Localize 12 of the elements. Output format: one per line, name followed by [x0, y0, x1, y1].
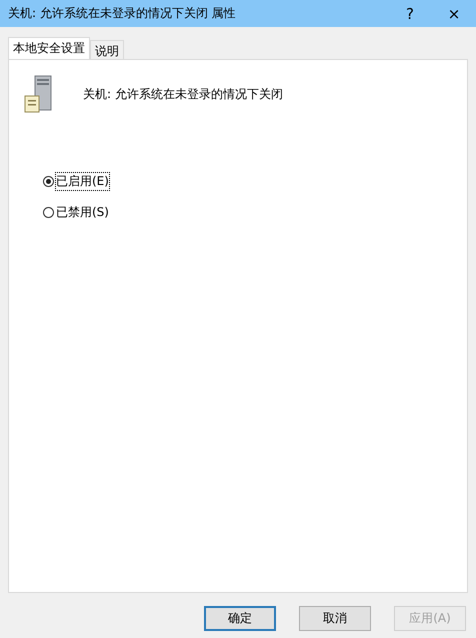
help-button[interactable]: ? [388, 4, 432, 22]
radio-button[interactable] [43, 176, 54, 187]
dialog-button[interactable]: 取消 [299, 606, 371, 631]
radio-label[interactable]: 已禁用(S) [56, 204, 109, 221]
tab[interactable]: 本地安全设置 [8, 37, 90, 59]
policy-name: 关机: 允许系统在未登录的情况下关闭 [83, 86, 283, 102]
radio-button[interactable] [43, 207, 54, 218]
close-button[interactable]: × [432, 4, 476, 22]
tab[interactable]: 说明 [90, 40, 124, 59]
radio-label[interactable]: 已启用(E) [56, 173, 109, 190]
dialog-button[interactable]: 确定 [204, 606, 276, 631]
window-title: 关机: 允许系统在未登录的情况下关闭 属性 [8, 5, 237, 22]
